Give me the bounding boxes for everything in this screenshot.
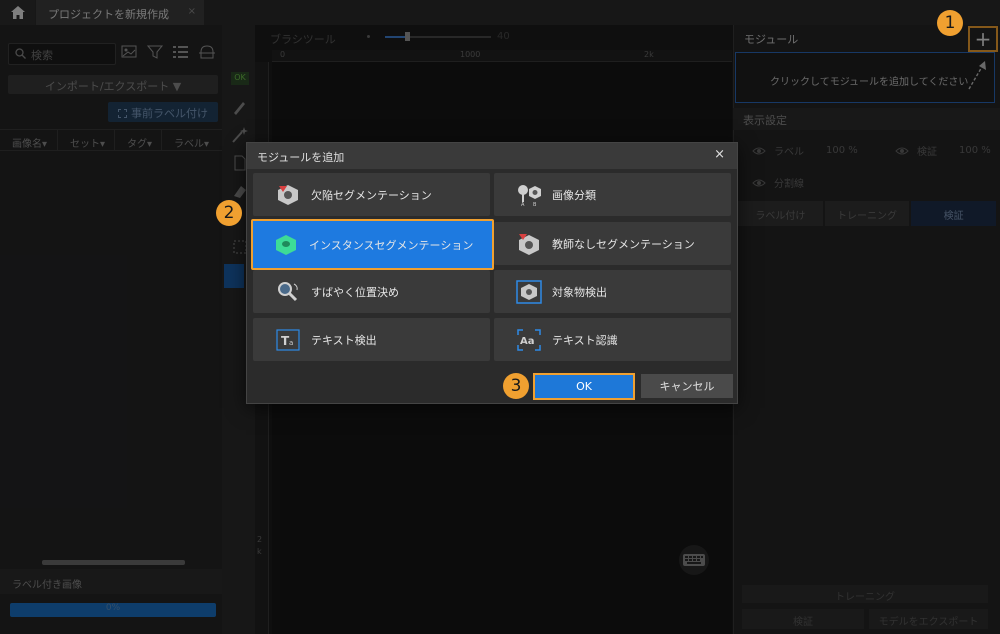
text-recognition-icon: Aa	[516, 328, 542, 352]
module-label: 欠陥セグメンテーション	[311, 188, 432, 202]
svg-text:Aa: Aa	[520, 336, 535, 347]
module-label: テキスト認識	[552, 333, 618, 347]
object-detection-icon	[516, 279, 542, 304]
instance-segmentation-icon	[273, 233, 299, 257]
step-marker-2: 2	[216, 200, 242, 226]
svg-text:B: B	[533, 202, 537, 207]
module-label: テキスト検出	[311, 333, 377, 347]
add-module-dialog: モジュールを追加 × 欠陥セグメンテーション AB 画像分類 インスタンスセグメ…	[246, 142, 738, 404]
defect-segmentation-icon	[275, 183, 301, 207]
module-option-unsupervised-segmentation[interactable]: 教師なしセグメンテーション	[494, 222, 731, 265]
module-label: すばやく位置決め	[311, 285, 399, 299]
module-option-image-classification[interactable]: AB 画像分類	[494, 173, 731, 216]
cancel-button[interactable]: キャンセル	[641, 374, 733, 398]
unsupervised-segmentation-icon	[516, 232, 542, 256]
close-icon[interactable]: ×	[714, 147, 725, 162]
step-marker-3: 3	[503, 373, 529, 399]
svg-text:A: A	[521, 202, 525, 207]
module-label: 画像分類	[552, 188, 596, 202]
dialog-header: モジュールを追加 ×	[247, 143, 737, 169]
module-label: 対象物検出	[552, 285, 607, 299]
module-label: 教師なしセグメンテーション	[552, 237, 695, 251]
module-option-instance-segmentation[interactable]: インスタンスセグメンテーション	[251, 219, 494, 270]
image-classification-icon: AB	[516, 183, 542, 207]
module-option-fast-positioning[interactable]: すばやく位置決め	[253, 270, 490, 313]
module-option-text-recognition[interactable]: Aa テキスト認識	[494, 318, 731, 361]
module-option-object-detection[interactable]: 対象物検出	[494, 270, 731, 313]
dialog-title: モジュールを追加	[257, 151, 345, 164]
module-option-text-detection[interactable]: Ta テキスト検出	[253, 318, 490, 361]
module-label: インスタンスセグメンテーション	[309, 238, 474, 252]
svg-text:a: a	[289, 339, 293, 347]
step-marker-1: 1	[937, 10, 963, 36]
fast-positioning-icon	[275, 280, 301, 304]
ok-button[interactable]: OK	[533, 373, 635, 400]
text-detection-icon: Ta	[275, 328, 301, 352]
module-option-defect-segmentation[interactable]: 欠陥セグメンテーション	[253, 173, 490, 216]
